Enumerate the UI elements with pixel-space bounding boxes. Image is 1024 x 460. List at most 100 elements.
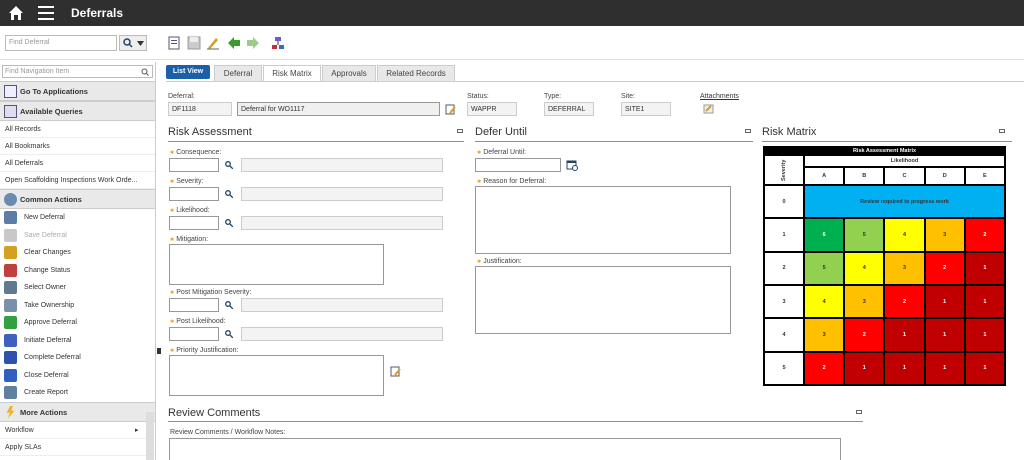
menu-icon[interactable] (38, 6, 54, 20)
action-label: Create Report (24, 389, 68, 396)
risk-assessment-divider (168, 141, 464, 142)
search-icon[interactable] (225, 301, 233, 309)
long-description-icon[interactable] (445, 104, 456, 115)
available-queries-header[interactable]: Available Queries (0, 101, 155, 121)
action-select-owner[interactable]: Select Owner (0, 279, 155, 297)
sidebar-scrollbar[interactable] (146, 412, 154, 460)
reason-textarea[interactable] (475, 186, 731, 254)
deferral-id-field[interactable]: DF1118 (168, 102, 232, 116)
available-queries-label: Available Queries (20, 107, 83, 116)
post-likelihood-input[interactable] (169, 327, 219, 341)
site-field[interactable]: SITE1 (621, 102, 671, 116)
consequence-input[interactable] (169, 158, 219, 172)
common-actions-header[interactable]: Common Actions (0, 189, 155, 209)
severity-label: Severity: (170, 178, 203, 185)
find-search-button[interactable] (119, 35, 147, 51)
action-complete-deferral[interactable]: Complete Deferral (0, 349, 155, 367)
list-view-button[interactable]: List View (166, 65, 210, 79)
column-header: A (804, 167, 845, 185)
tab-deferral[interactable]: Deferral (214, 65, 262, 82)
tab-related-records[interactable]: Related Records (377, 65, 455, 82)
more-actions-header[interactable]: More Actions (0, 401, 155, 422)
tab-approvals[interactable]: Approvals (322, 65, 376, 82)
type-field[interactable]: DEFERRAL (544, 102, 594, 116)
find-navigation-input[interactable]: Find Navigation Item (2, 65, 153, 78)
post-severity-description (241, 298, 443, 312)
likelihood-description (241, 216, 443, 230)
action-clear-changes[interactable]: Clear Changes (0, 244, 155, 262)
collapse-risk-icon[interactable] (457, 129, 463, 133)
calendar-icon[interactable] (566, 159, 578, 171)
chevron-down-icon (137, 41, 144, 46)
status-field[interactable]: WAPPR (467, 102, 517, 116)
review-notes-textarea[interactable] (169, 438, 841, 460)
search-icon[interactable] (225, 330, 233, 338)
action-approve-deferral[interactable]: Approve Deferral (0, 314, 155, 332)
action-label: Take Ownership (24, 301, 75, 309)
risk-cell: 3 (804, 318, 845, 352)
clear-icon[interactable] (206, 36, 220, 50)
action-change-status[interactable]: Change Status (0, 262, 155, 280)
risk-cell: 2 (924, 251, 965, 285)
action-create-report[interactable]: Create Report (0, 384, 155, 402)
action-icon (4, 211, 17, 224)
search-icon[interactable] (225, 219, 233, 227)
collapse-defer-icon[interactable] (745, 129, 751, 133)
search-icon[interactable] (225, 190, 233, 198)
query-item[interactable]: Open Scaffolding Inspections Work Orde..… (0, 172, 155, 189)
more-action-item[interactable]: Workflow ▸ (0, 422, 155, 439)
risk-cell: 3 (844, 285, 885, 319)
action-label: Initiate Deferral (24, 336, 72, 344)
query-item[interactable]: All Deferrals (0, 155, 155, 172)
action-icon (4, 333, 17, 347)
collapse-matrix-icon[interactable] (999, 129, 1005, 133)
column-header: E (964, 167, 1005, 185)
justification-textarea[interactable] (475, 266, 731, 334)
attachment-icon[interactable] (703, 103, 714, 114)
find-deferral-input[interactable]: Find Deferral (5, 35, 117, 51)
matrix-heading: Risk Assessment Matrix (764, 147, 1005, 155)
action-new-deferral[interactable]: New Deferral (0, 209, 155, 227)
previous-icon[interactable] (227, 36, 241, 50)
attachments-link[interactable]: Attachments (700, 93, 739, 100)
action-icon (4, 386, 17, 399)
action-close-deferral[interactable]: Close Deferral (0, 367, 155, 385)
deferral-until-input[interactable] (475, 158, 561, 172)
action-take-ownership[interactable]: Take Ownership (0, 297, 155, 315)
long-description-icon[interactable] (390, 366, 401, 377)
risk-cell: 2 (804, 351, 845, 385)
collapse-sidebar-handle[interactable] (157, 348, 161, 354)
deferral-description-field[interactable]: Deferral for WO1117 (237, 102, 440, 116)
find-bar: Find Deferral (0, 26, 1024, 60)
mitigation-textarea[interactable] (169, 244, 384, 285)
priority-justification-textarea[interactable] (169, 355, 384, 396)
risk-matrix-divider (762, 141, 1012, 142)
tab-risk-matrix[interactable]: Risk Matrix (263, 65, 321, 82)
collapse-review-icon[interactable] (856, 410, 862, 414)
action-list: New Deferral Save Deferral Clear Changes Ch… (0, 209, 155, 402)
query-list: All Records All Bookmarks All Deferrals Ope… (0, 121, 155, 189)
action-label: Close Deferral (24, 371, 69, 379)
post-severity-input[interactable] (169, 298, 219, 312)
likelihood-input[interactable] (169, 216, 219, 230)
justification-label: Justification: (477, 258, 522, 265)
deferral-label: Deferral: (168, 93, 195, 100)
save-icon[interactable] (187, 36, 201, 50)
query-item[interactable]: All Bookmarks (0, 138, 155, 155)
new-record-icon[interactable] (167, 36, 181, 50)
workflow-icon[interactable] (271, 36, 285, 50)
more-action-item[interactable]: Apply SLAs (0, 439, 155, 456)
action-icon (4, 298, 17, 312)
risk-assessment-matrix: Risk Assessment Matrix Likelihood Severit… (763, 146, 1006, 386)
query-item[interactable]: All Records (0, 121, 155, 138)
next-icon[interactable] (246, 36, 260, 50)
severity-input[interactable] (169, 187, 219, 201)
risk-cell: 4 (804, 285, 845, 319)
home-icon[interactable] (8, 5, 24, 21)
go-to-applications[interactable]: Go To Applications (0, 81, 155, 101)
action-label: Select Owner (24, 284, 67, 291)
search-icon[interactable] (225, 161, 233, 169)
action-save-deferral[interactable]: Save Deferral (0, 227, 155, 245)
search-icon (123, 38, 133, 48)
action-initiate-deferral[interactable]: Initiate Deferral (0, 332, 155, 350)
